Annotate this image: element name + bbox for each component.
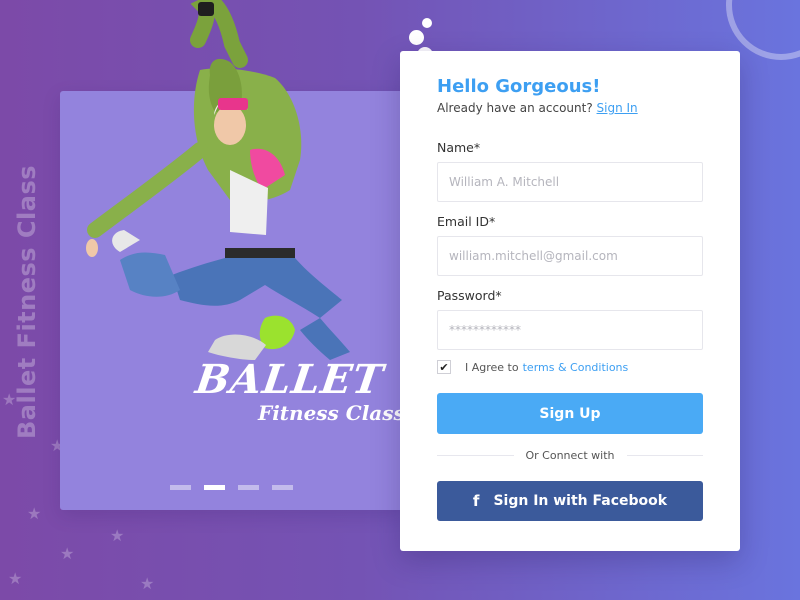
slider-dot[interactable]: [272, 485, 293, 490]
email-input[interactable]: [437, 236, 703, 276]
terms-link[interactable]: terms & Conditions: [523, 361, 629, 374]
star-icon: ★: [110, 526, 125, 545]
password-input[interactable]: [437, 310, 703, 350]
decorative-dot: [422, 18, 432, 28]
vertical-brand-label: Ballet Fitness Class: [13, 164, 41, 439]
account-prompt: Already have an account? Sign In: [437, 101, 638, 115]
divider-text: Or Connect with: [525, 449, 615, 462]
slider-dot-active[interactable]: [204, 485, 225, 490]
email-label: Email ID*: [437, 214, 496, 229]
sign-up-button[interactable]: Sign Up: [437, 393, 703, 434]
agree-text: I Agree to: [465, 360, 519, 374]
agree-checkbox[interactable]: ✔: [437, 360, 451, 374]
star-icon: ★: [60, 544, 75, 563]
name-input[interactable]: [437, 162, 703, 202]
star-icon: ★: [140, 574, 155, 593]
account-prompt-text: Already have an account?: [437, 101, 593, 115]
terms-agreement-row: ✔ I Agree to terms & Conditions: [437, 360, 628, 374]
facebook-button-label: Sign In with Facebook: [493, 493, 668, 509]
checkmark-icon: ✔: [439, 360, 449, 374]
greeting-heading: Hello Gorgeous!: [437, 76, 601, 97]
dancer-image: [86, 0, 350, 360]
connect-divider: Or Connect with: [437, 449, 703, 462]
hero-subtitle: Fitness Class: [258, 401, 405, 425]
slider-dots: [170, 485, 293, 490]
sign-in-link[interactable]: Sign In: [597, 101, 638, 115]
facebook-sign-in-button[interactable]: f Sign In with Facebook: [437, 481, 703, 521]
slider-dot[interactable]: [170, 485, 191, 490]
signup-form-card: Hello Gorgeous! Already have an account?…: [400, 51, 740, 551]
divider-line: [437, 455, 514, 456]
facebook-icon: f: [472, 491, 480, 510]
password-label: Password*: [437, 288, 502, 303]
divider-line: [626, 455, 703, 456]
slider-dot[interactable]: [238, 485, 259, 490]
name-label: Name*: [437, 140, 481, 155]
hero-title: BALLET: [192, 356, 387, 403]
decorative-dot: [409, 30, 424, 45]
star-icon: ★: [27, 504, 42, 523]
signup-page: ★ ★ ★ ★ ★ ★ ★ Ballet Fitness Class BALLE…: [0, 0, 800, 600]
star-icon: ★: [8, 569, 23, 588]
